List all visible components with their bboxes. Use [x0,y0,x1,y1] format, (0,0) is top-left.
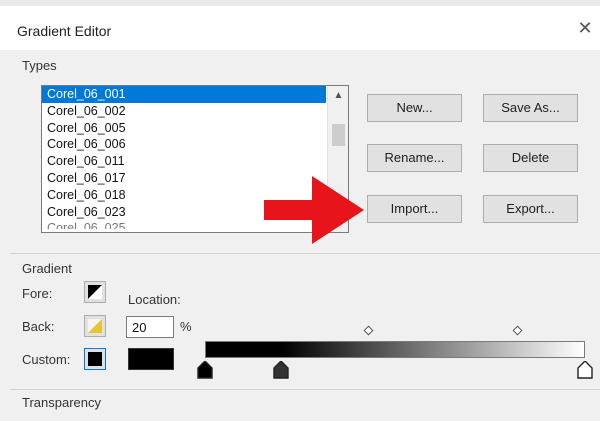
gradient-stop-icon[interactable] [197,360,213,382]
new-button[interactable]: New... [367,94,462,122]
types-section-title: Types [22,58,57,73]
red-arrow-annotation [264,176,364,244]
location-unit: % [180,319,192,334]
title-bar: Gradient Editor ✕ [0,6,600,50]
gradient-preview-bar[interactable] [205,341,585,358]
back-color-button[interactable] [84,315,106,337]
window-title: Gradient Editor [17,23,112,39]
scroll-up-icon[interactable]: ▲ [328,86,348,106]
gradient-stop-icon[interactable] [577,360,593,382]
save-as-button[interactable]: Save As... [483,94,578,122]
close-icon[interactable]: ✕ [575,18,595,38]
custom-color-picker[interactable] [128,348,174,370]
fore-color-button[interactable] [84,281,106,303]
rename-button[interactable]: Rename... [367,144,462,172]
custom-label: Custom: [22,352,71,367]
back-label: Back: [22,319,55,334]
list-item[interactable]: Corel_06_002 [42,103,326,120]
section-divider [10,253,600,254]
list-item[interactable]: Corel_06_011 [42,153,326,170]
section-divider-2 [10,389,600,390]
export-button[interactable]: Export... [483,195,578,223]
delete-button[interactable]: Delete [483,144,578,172]
list-item[interactable]: Corel_06_005 [42,120,326,137]
location-label: Location: [128,292,181,307]
custom-color-button[interactable] [84,348,106,370]
back-swatch-icon [88,319,102,333]
gradient-stop-icon[interactable] [273,360,289,382]
transparency-section-title: Transparency [22,395,101,410]
list-item[interactable]: Corel_06_006 [42,136,326,153]
list-item[interactable]: Corel_06_001 [42,86,326,103]
fore-swatch-icon [88,285,102,299]
import-button[interactable]: Import... [367,195,462,223]
location-input[interactable] [126,316,174,338]
custom-swatch-icon [88,352,102,366]
fore-label: Fore: [22,286,53,301]
gradient-section-title: Gradient [22,261,72,276]
scroll-thumb[interactable] [332,124,345,146]
